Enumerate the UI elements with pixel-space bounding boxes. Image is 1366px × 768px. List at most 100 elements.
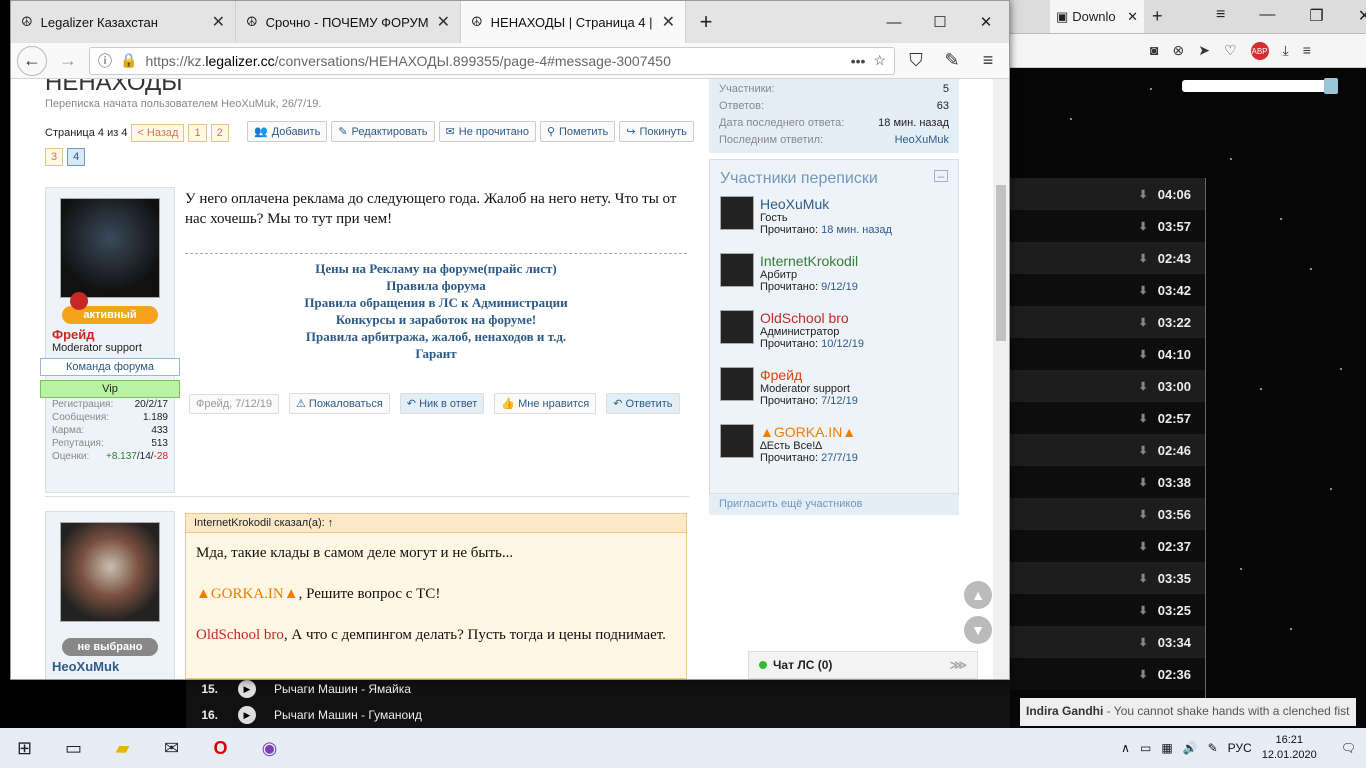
menu-icon[interactable]: ≡ xyxy=(1303,42,1311,60)
download-icon[interactable]: ⬇ xyxy=(1139,316,1148,329)
track-row[interactable]: ⬇ 02:36 xyxy=(1010,658,1205,690)
unread-button[interactable]: ✉ Не прочитано xyxy=(438,121,536,142)
download-icon[interactable]: ⬇ xyxy=(1139,188,1148,201)
track-row[interactable]: ⬇ 02:37 xyxy=(1010,530,1205,562)
track-row[interactable]: ⬇ 03:34 xyxy=(1010,626,1205,658)
close-icon[interactable]: ✕ xyxy=(1127,9,1144,25)
add-button[interactable]: 👥 Добавить xyxy=(247,121,328,142)
avatar[interactable] xyxy=(720,367,754,401)
background-tab[interactable]: ▣ Downlo ✕ xyxy=(1050,0,1144,33)
track-row[interactable]: ⬇ 02:43 xyxy=(1010,242,1205,274)
new-tab-icon[interactable]: + xyxy=(1152,6,1163,27)
track-row[interactable]: ⬇ 03:22 xyxy=(1010,306,1205,338)
reply-button[interactable]: ↶ Ответить xyxy=(606,393,680,414)
camera-icon[interactable]: ◙ xyxy=(1150,42,1158,60)
info-icon[interactable]: ⓘ xyxy=(98,51,112,71)
opera-icon[interactable]: O xyxy=(196,728,245,768)
avatar[interactable] xyxy=(60,522,160,622)
heart-icon[interactable]: ♡ xyxy=(1224,42,1237,60)
scroll-up-icon[interactable]: ▲ xyxy=(964,581,992,609)
play-icon[interactable]: ▶ xyxy=(238,706,256,724)
track-row[interactable]: ⬇ 03:00 xyxy=(1010,370,1205,402)
bookmark-star-icon[interactable]: ☆ xyxy=(873,52,886,69)
track-row[interactable]: 16. ▶ Рычаги Машин - Гуманоид xyxy=(186,702,1010,728)
menu-icon[interactable]: ≡ xyxy=(1216,6,1225,26)
edit-button[interactable]: ✎ Редактировать xyxy=(331,121,435,142)
reply-nick-button[interactable]: ↶ Ник в ответ xyxy=(399,393,485,414)
file-explorer-icon[interactable]: ▰ xyxy=(98,728,147,768)
track-row[interactable]: ⬇ 03:38 xyxy=(1010,466,1205,498)
scrollbar[interactable] xyxy=(993,79,1009,679)
user-tag[interactable]: ▲GORKA.IN▲ xyxy=(196,586,299,602)
download-icon[interactable]: ⬇ xyxy=(1139,604,1148,617)
avatar[interactable] xyxy=(60,198,160,298)
new-tab-icon[interactable]: + xyxy=(686,1,726,43)
back-button[interactable]: ← xyxy=(17,45,47,76)
username[interactable]: Фрейд xyxy=(46,324,174,342)
close-icon[interactable]: ✕ xyxy=(212,12,225,32)
avatar[interactable] xyxy=(720,424,754,458)
chevron-up-icon[interactable]: ∧ xyxy=(1121,741,1130,755)
tab-legalizer[interactable]: ☮ Legalizer Казахстан ✕ xyxy=(11,1,236,43)
track-row[interactable]: ⬇ 02:46 xyxy=(1010,434,1205,466)
volume-slider[interactable] xyxy=(1182,78,1338,94)
track-row[interactable]: ⬇ 03:35 xyxy=(1010,562,1205,594)
task-view-icon[interactable]: ▭ xyxy=(49,728,98,768)
username[interactable]: НеоХuMuk xyxy=(46,656,174,674)
leave-button[interactable]: ↪ Покинуть xyxy=(619,121,694,142)
avatar[interactable] xyxy=(720,253,754,287)
sig-link[interactable]: Конкурсы и заработок на форуме! xyxy=(185,311,687,328)
track-row[interactable]: ⬇ 03:42 xyxy=(1010,274,1205,306)
mark-button[interactable]: ⚲ Пометить xyxy=(539,121,616,142)
page-2-button[interactable]: 2 xyxy=(210,124,229,142)
more-icon[interactable]: ••• xyxy=(851,53,866,69)
download-icon[interactable]: ⬇ xyxy=(1139,540,1148,553)
network-icon[interactable]: ▦ xyxy=(1161,741,1172,755)
download-icon[interactable]: ⬇ xyxy=(1139,220,1148,233)
track-row[interactable]: ⬇ 03:57 xyxy=(1010,210,1205,242)
pen-icon[interactable]: ✎ xyxy=(1208,741,1218,755)
report-button[interactable]: ⚠ Пожаловаться xyxy=(288,393,390,414)
download-icon[interactable]: ⤓ xyxy=(1283,42,1289,60)
language-indicator[interactable]: РУС xyxy=(1228,741,1252,755)
address-bar[interactable]: ⓘ 🔒 https://kz.legalizer.cc/conversations… xyxy=(89,46,895,75)
sig-link[interactable]: Правила форума xyxy=(185,277,687,294)
sig-link[interactable]: Правила обращения в ЛС к Администрации xyxy=(185,294,687,311)
avatar[interactable] xyxy=(720,310,754,344)
sig-link[interactable]: Гарант xyxy=(185,345,687,362)
sig-link[interactable]: Правила арбитража, жалоб, ненаходов и т.… xyxy=(185,328,687,345)
track-row[interactable]: ⬇ 03:56 xyxy=(1010,498,1205,530)
avatar[interactable] xyxy=(720,196,754,230)
close-icon[interactable]: ✕ xyxy=(963,1,1009,43)
page-4-button[interactable]: 4 xyxy=(67,148,86,166)
forward-button[interactable]: → xyxy=(53,46,83,76)
menu-icon[interactable]: ≡ xyxy=(973,46,1003,76)
expand-icon[interactable]: ⋙ xyxy=(950,658,967,672)
participant-name[interactable]: ▲GORKA.IN▲ xyxy=(760,424,858,440)
close-icon[interactable]: ✕ xyxy=(437,12,450,32)
quote-header[interactable]: InternetKrokodil сказал(а): ↑ xyxy=(186,514,686,533)
send-icon[interactable]: ➤ xyxy=(1198,42,1210,60)
clock[interactable]: 16:21 12.01.2020 xyxy=(1262,733,1317,763)
tab-urgent[interactable]: ☮ Срочно - ПОЧЕМУ ФОРУМ ✕ xyxy=(236,1,461,43)
maximize-icon[interactable]: ☐ xyxy=(917,1,963,43)
play-icon[interactable]: ▶ xyxy=(238,680,256,698)
prev-page-button[interactable]: < Назад xyxy=(131,124,185,142)
shield-icon[interactable]: ⛉ xyxy=(901,46,931,76)
participant-name[interactable]: НеоХuMuk xyxy=(760,196,892,212)
tab-nenahody[interactable]: ☮НЕНАХОДЫ | Страница 4 | Leg✕ xyxy=(461,1,686,43)
download-icon[interactable]: ⬇ xyxy=(1139,348,1148,361)
download-icon[interactable]: ⬇ xyxy=(1139,508,1148,521)
post-meta[interactable]: Фрейд, 7/12/19 xyxy=(189,393,279,414)
like-button[interactable]: 👍 Мне нравится xyxy=(494,393,597,414)
track-row[interactable]: ⬇ 02:57 xyxy=(1010,402,1205,434)
download-icon[interactable]: ⬇ xyxy=(1139,444,1148,457)
page-3-button[interactable]: 3 xyxy=(45,148,64,166)
tor-browser-icon[interactable]: ◉ xyxy=(245,728,294,768)
restore-icon[interactable]: ❐ xyxy=(1309,6,1323,26)
battery-icon[interactable]: ▭ xyxy=(1140,741,1151,755)
minimize-icon[interactable]: — xyxy=(871,1,917,43)
slider-knob[interactable] xyxy=(1324,78,1338,94)
close-icon[interactable]: ✕ xyxy=(1358,6,1366,26)
track-row[interactable]: ⬇ 03:25 xyxy=(1010,594,1205,626)
